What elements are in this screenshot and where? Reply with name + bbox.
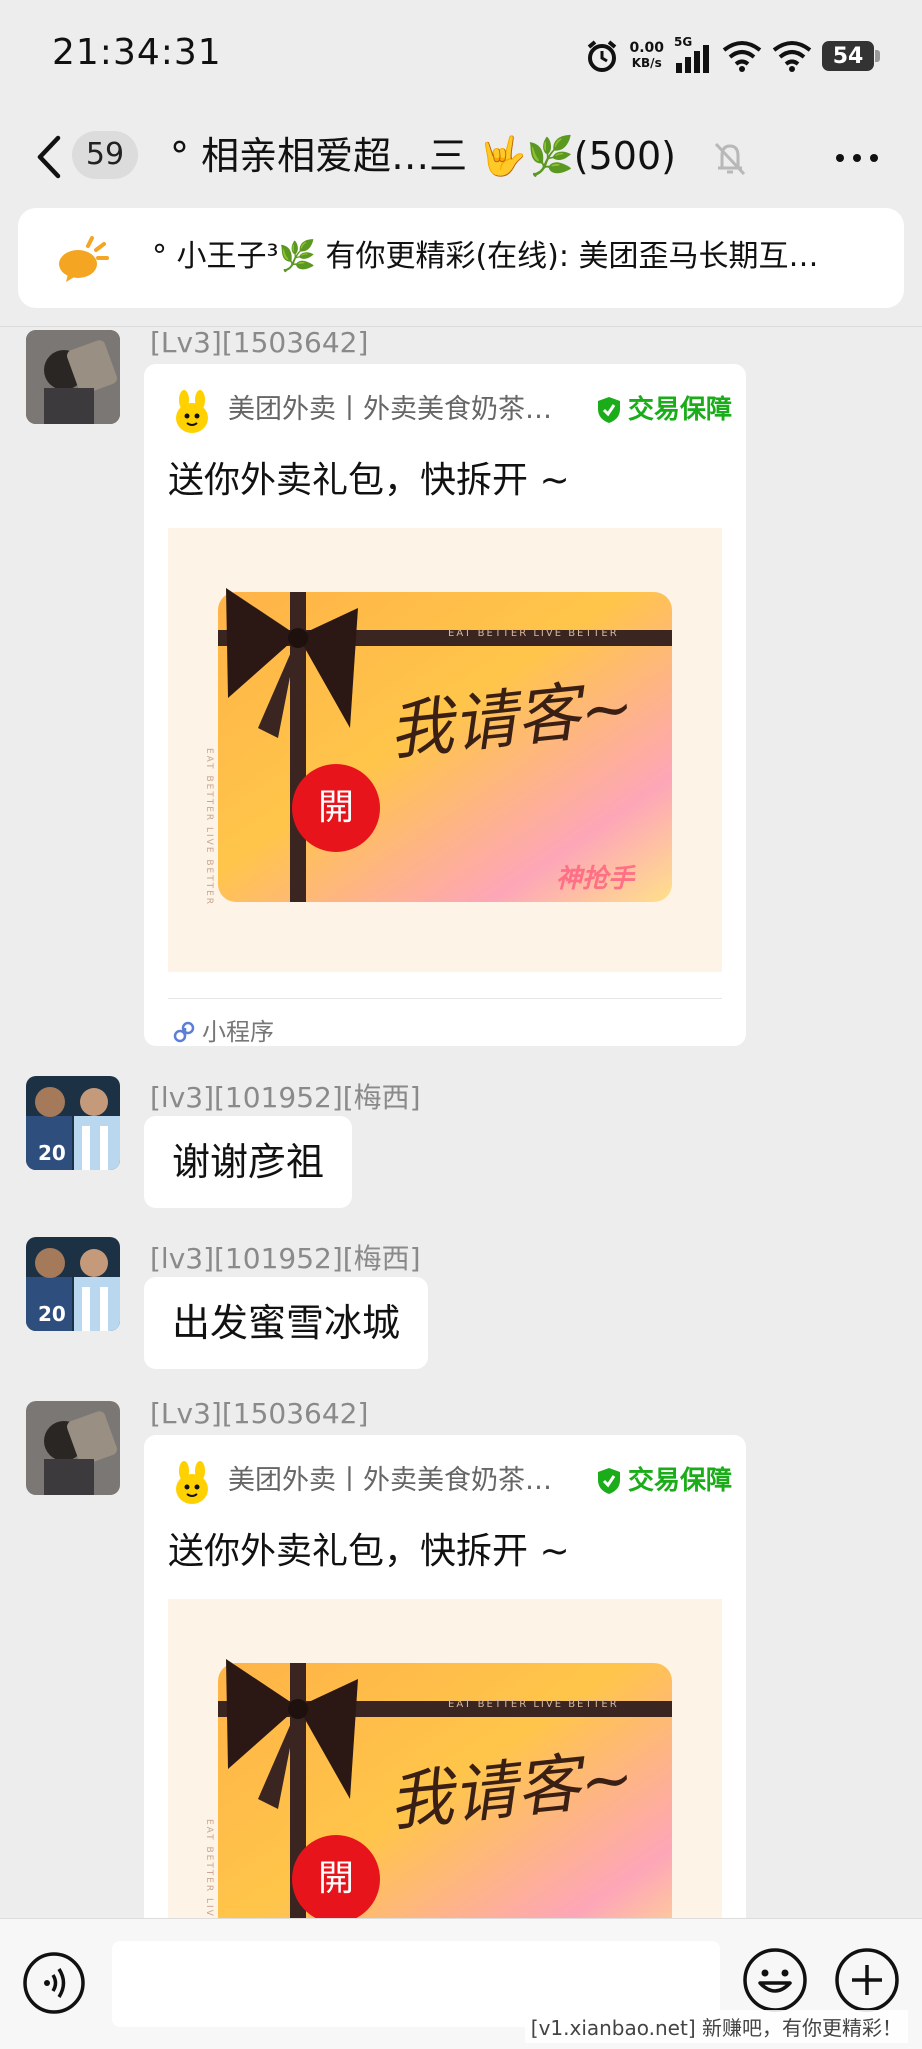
- wifi-icon: [722, 41, 762, 72]
- mini-program-label: 小程序: [202, 1018, 274, 1046]
- plus-more-icon[interactable]: [834, 1947, 900, 2013]
- chat-header: 59 ° 相亲相爱超…三 🤟🌿(500): [0, 110, 922, 205]
- status-time: 21:34:31: [52, 32, 222, 73]
- emoji-icon[interactable]: [742, 1947, 808, 2013]
- notice-divider: [0, 326, 922, 327]
- cell-signal: 5G: [674, 35, 712, 73]
- card-footer: 小程序: [172, 1012, 274, 1046]
- ribbon-text: EAT BETTER LIVE BETTER: [204, 748, 214, 907]
- sender-name: [lv3][101952][梅西]: [150, 1081, 421, 1114]
- back-arrow-icon[interactable]: [30, 132, 70, 182]
- mini-program-icon: [173, 1021, 195, 1043]
- mute-bell-icon: [714, 142, 746, 176]
- card-title: 送你外卖礼包，快拆开 ~: [168, 1531, 570, 1572]
- meituan-logo-icon: [176, 390, 208, 433]
- guarantee-label: 交易保障: [627, 395, 732, 425]
- avatar[interactable]: 20: [26, 1237, 120, 1331]
- message-bubble[interactable]: 出发蜜雪冰城: [144, 1277, 429, 1369]
- card-header: 美团外卖丨外卖美食奶茶… 交易保障: [172, 386, 732, 436]
- trade-guarantee-badge: 交易保障: [596, 390, 732, 430]
- battery-indicator: 54: [822, 41, 880, 71]
- status-bar: 21:34:31 0.00 KB/s 5G 54: [0, 0, 922, 110]
- unread-count-badge[interactable]: 59: [72, 131, 138, 179]
- message-bubble[interactable]: 谢谢彦祖: [144, 1116, 353, 1208]
- sender-name: [lv3][101952][梅西]: [150, 1242, 421, 1275]
- open-button[interactable]: 開: [310, 784, 362, 832]
- sender-name: [Lv3][1503642]: [150, 326, 369, 359]
- sender-name: [Lv3][1503642]: [150, 1397, 369, 1430]
- notice-text: ° 小王子³🌿 有你更精彩(在线): 美团歪马长期互…: [152, 239, 819, 274]
- cell-signal-icon: [676, 45, 709, 73]
- card-title: 送你外卖礼包，快拆开 ~: [168, 460, 570, 501]
- mini-program-name: 美团外卖丨外卖美食奶茶…: [228, 394, 552, 425]
- meituan-logo-icon: [176, 1461, 208, 1504]
- avatar[interactable]: [26, 1401, 120, 1495]
- net-speed-value: 0.00: [629, 40, 664, 56]
- group-notice-banner[interactable]: ° 小王子³🌿 有你更精彩(在线): 美团歪马长期互…: [18, 208, 904, 308]
- shield-check-icon: [597, 397, 620, 423]
- more-options-icon[interactable]: [832, 140, 882, 176]
- svg-text:20: 20: [38, 1302, 66, 1326]
- avatar[interactable]: [26, 330, 120, 424]
- svg-text:20: 20: [38, 1141, 66, 1165]
- card-header: 美团外卖丨外卖美食奶茶… 交易保障: [172, 1457, 732, 1507]
- card-divider: [168, 998, 722, 999]
- watermark-text: [v1.xianbao.net] 新赚吧，有你更精彩！: [524, 2010, 908, 2043]
- shield-check-icon: [597, 1468, 620, 1494]
- voice-input-icon[interactable]: [22, 1951, 86, 2015]
- chat-title[interactable]: ° 相亲相爱超…三 🤟🌿(500): [170, 128, 676, 184]
- alarm-icon: [588, 40, 617, 72]
- net-speed: 0.00 KB/s: [629, 41, 664, 71]
- trade-guarantee-badge: 交易保障: [596, 1461, 732, 1501]
- avatar[interactable]: 20: [26, 1076, 120, 1170]
- banner-text: EAT BETTER LIVE BETTER: [448, 1699, 619, 1710]
- mini-program-card[interactable]: 美团外卖丨外卖美食奶茶… 交易保障 送你外卖礼包，快拆开 ~ 開 我请客~ EA…: [144, 1435, 746, 1995]
- guarantee-label: 交易保障: [627, 1466, 732, 1496]
- open-button[interactable]: 開: [310, 1855, 362, 1903]
- mini-program-name: 美团外卖丨外卖美食奶茶…: [228, 1465, 552, 1496]
- banner-text: EAT BETTER LIVE BETTER: [448, 628, 619, 639]
- announcement-icon: [59, 236, 109, 282]
- mini-program-card[interactable]: 美团外卖丨外卖美食奶茶… 交易保障 送你外卖礼包，快拆开 ~ 開 我请客~ EA…: [144, 364, 746, 1046]
- status-icons: 0.00 KB/s 5G 54: [585, 35, 880, 76]
- wifi-icon-2: [772, 41, 812, 72]
- net-speed-unit: KB/s: [631, 56, 662, 70]
- stamp-text: 神抢手: [556, 864, 635, 894]
- gift-card-image[interactable]: 開 我请客~ EAT BETTER LIVE BETTER EAT BETTER…: [168, 528, 722, 972]
